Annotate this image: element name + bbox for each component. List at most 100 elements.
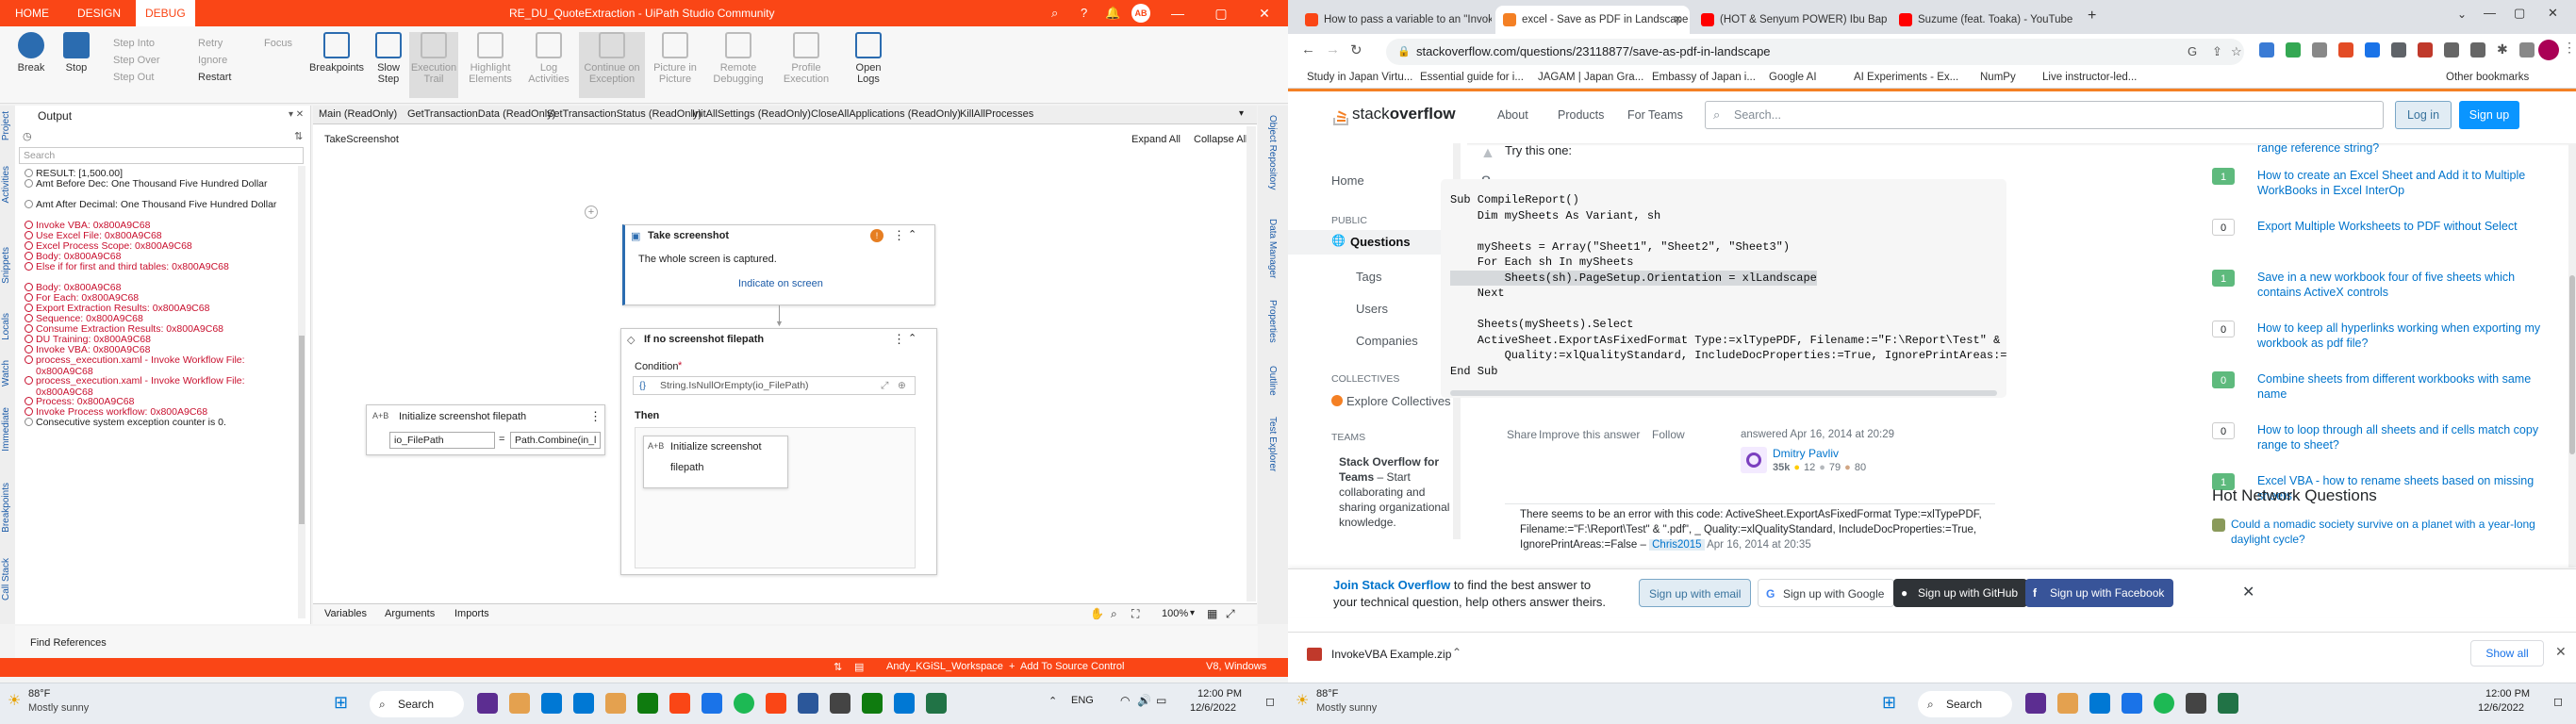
chrome-minimize-icon[interactable]: —: [2484, 6, 2496, 20]
retry-button[interactable]: Retry: [198, 36, 223, 51]
download-filename[interactable]: InvokeVBA Example.zip: [1331, 648, 1451, 661]
panel-pin-icon[interactable]: ▾ ✕: [289, 109, 304, 120]
taskbar-search[interactable]: ⌕ Search: [1918, 691, 2012, 717]
tray-language[interactable]: ENG: [1071, 695, 1094, 706]
folder-icon[interactable]: [605, 693, 626, 714]
step-out-button[interactable]: Step Out: [113, 70, 154, 85]
stop-button[interactable]: Stop: [55, 32, 98, 74]
vtab-activities[interactable]: Activities: [1, 166, 11, 203]
tray-date[interactable]: 12/6/2022: [1190, 702, 1236, 714]
more-icon[interactable]: ⋮: [893, 228, 905, 243]
vtab-test-explorer[interactable]: Test Explorer: [1267, 417, 1278, 471]
vtab-data-manager[interactable]: Data Manager: [1267, 219, 1278, 278]
log-entry[interactable]: process_execution.xaml - Invoke Workflow…: [25, 354, 298, 377]
tab-imports[interactable]: Imports: [454, 608, 489, 619]
tab-uipath-forum[interactable]: How to pass a variable to an "Invoke: [1297, 6, 1492, 34]
extension-icon[interactable]: [2312, 42, 2327, 58]
extension-icon[interactable]: [2286, 42, 2301, 58]
assign-to-input[interactable]: io_FilePath: [389, 432, 495, 449]
condition-input[interactable]: {} String.IsNullOrEmpty(io_FilePath) ⤢ ⊕: [633, 376, 916, 395]
windows-start-icon[interactable]: ⊞: [1882, 693, 1896, 713]
excel-icon[interactable]: [926, 693, 947, 714]
nav-home[interactable]: Home: [1331, 173, 1364, 188]
vtab-object-repository[interactable]: Object Repository: [1267, 115, 1278, 189]
log-entry[interactable]: Amt After Decimal: One Thousand Five Hun…: [25, 199, 298, 210]
app-icon[interactable]: [894, 693, 915, 714]
signup-email-button[interactable]: Sign up with email: [1639, 579, 1752, 607]
extension-icon[interactable]: [2444, 42, 2459, 58]
add-condition-icon[interactable]: ⊕: [898, 377, 906, 394]
canvas-scrollbar[interactable]: [1247, 126, 1256, 601]
tab-settransactionstatus[interactable]: SetTransactionStatus (ReadOnly): [547, 108, 702, 120]
bookmark-item[interactable]: Study in Japan Virtu...: [1307, 72, 1412, 83]
bookmark-item[interactable]: Google AI: [1769, 72, 1817, 83]
follow-link[interactable]: Follow: [1652, 428, 1685, 441]
zoom-level[interactable]: 100%: [1162, 608, 1188, 619]
uipath-app-icon[interactable]: [669, 693, 690, 714]
related-title[interactable]: How to loop through all sheets and if ce…: [2257, 422, 2550, 452]
profile-avatar[interactable]: [2538, 40, 2559, 60]
execution-trail-toggle[interactable]: Execution Trail: [409, 32, 458, 98]
author-name[interactable]: Dmitry Pavliv: [1773, 447, 1839, 460]
zoom-icon[interactable]: ⌕: [1111, 607, 1117, 621]
bookmark-item[interactable]: AI Experiments - Ex...: [1854, 72, 1958, 83]
output-scrollbar[interactable]: [298, 166, 305, 618]
sidepanel-icon[interactable]: [2519, 42, 2535, 58]
address-bar[interactable]: 🔒 stackoverflow.com/questions/23118877/s…: [1386, 39, 2244, 65]
notification-icon[interactable]: ◻: [2553, 695, 2563, 708]
collapse-all-button[interactable]: Collapse All: [1194, 134, 1247, 145]
step-into-button[interactable]: Step Into: [113, 36, 155, 51]
vtab-locals[interactable]: Locals: [1, 313, 11, 340]
related-title[interactable]: How to create an Excel Sheet and Add it …: [2257, 168, 2550, 198]
show-all-button[interactable]: Show all: [2470, 640, 2544, 666]
tray-time[interactable]: 12:00 PM: [1197, 688, 1242, 699]
if-activity[interactable]: ◇ If no screenshot filepath ⋮ ⌃ Conditio…: [620, 328, 937, 575]
tab-initallsettings[interactable]: InitAllSettings (ReadOnly): [692, 108, 811, 120]
tray-chevron-icon[interactable]: ⌃: [1049, 695, 1057, 707]
take-screenshot-activity[interactable]: ▣ Take screenshot ! ⋮ ⌃ The whole screen…: [622, 224, 935, 305]
related-title[interactable]: How to keep all hyperlinks working when …: [2257, 321, 2550, 351]
signup-facebook-button[interactable]: f Sign up with Facebook: [2025, 579, 2174, 607]
bookmark-item[interactable]: Live instructor-led...: [2042, 72, 2137, 83]
fit-icon[interactable]: ⛶: [1131, 607, 1139, 621]
other-bookmarks[interactable]: Other bookmarks: [2446, 72, 2529, 83]
reload-icon[interactable]: ↻: [1350, 41, 1362, 58]
highlight-elements-toggle[interactable]: Highlight Elements: [462, 32, 519, 85]
extension-icon[interactable]: [2365, 42, 2380, 58]
bookmark-item[interactable]: Embassy of Japan i...: [1652, 72, 1756, 83]
indicate-on-screen-link[interactable]: Indicate on screen: [738, 278, 823, 289]
add-source-control[interactable]: Add To Source Control: [1020, 661, 1124, 672]
tab-killallprocesses[interactable]: KillAllProcesses: [960, 108, 1033, 120]
taskbar-search[interactable]: ⌕ Search: [370, 691, 464, 717]
signup-google-button[interactable]: G Sign up with Google: [1758, 579, 1895, 607]
break-button[interactable]: Break: [9, 32, 53, 74]
vtab-outline[interactable]: Outline: [1267, 366, 1278, 396]
profile-execution-button[interactable]: Profile Execution: [775, 32, 837, 85]
slow-step-button[interactable]: Slow Step: [370, 32, 407, 85]
vtab-call-stack[interactable]: Call Stack: [1, 558, 11, 601]
related-title[interactable]: Combine sheets from different workbooks …: [2257, 371, 2550, 402]
chrome-close-icon[interactable]: ✕: [2548, 6, 2558, 21]
tab-closeallapplications[interactable]: CloseAllApplications (ReadOnly): [811, 108, 961, 120]
warning-icon[interactable]: !: [870, 229, 883, 242]
if-collapse-icon[interactable]: ⌃: [908, 332, 916, 344]
tabs-dropdown-icon[interactable]: ▾: [1239, 108, 1244, 119]
weather-desc[interactable]: Mostly sunny: [28, 702, 89, 714]
assign-value-input[interactable]: Path.Combine(in_l: [510, 432, 601, 449]
breakpoints-button[interactable]: Breakpoints: [307, 32, 366, 74]
tab-arguments[interactable]: Arguments: [385, 608, 435, 619]
join-title[interactable]: Join Stack Overflow: [1333, 578, 1450, 592]
zoom-dropdown-icon[interactable]: ▾: [1190, 608, 1195, 618]
nav-explore-collectives[interactable]: Explore Collectives: [1346, 394, 1451, 408]
tray-date[interactable]: 12/6/2022: [2478, 702, 2524, 714]
nav-products[interactable]: Products: [1558, 108, 1604, 122]
nav-about[interactable]: About: [1497, 108, 1528, 122]
author-avatar[interactable]: [1741, 447, 1767, 473]
nav-users[interactable]: Users: [1356, 302, 1388, 316]
extension-icon[interactable]: [2391, 42, 2406, 58]
breadcrumb[interactable]: TakeScreenshot: [324, 134, 399, 145]
share-link[interactable]: Share: [1507, 428, 1537, 441]
extension-icon[interactable]: [2338, 42, 2353, 58]
menu-debug[interactable]: DEBUG: [136, 0, 195, 26]
chrome-menu-icon[interactable]: ⋮: [2563, 40, 2576, 56]
